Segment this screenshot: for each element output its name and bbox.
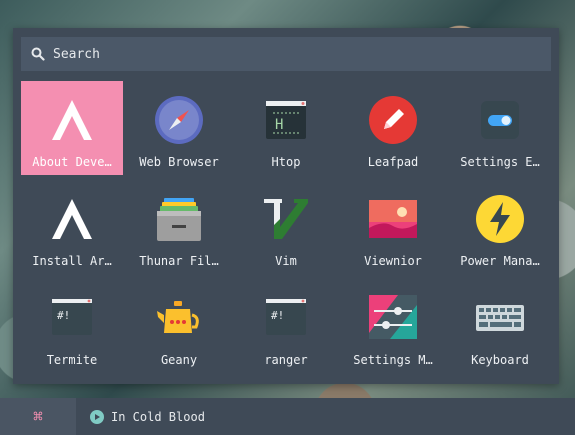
app-label: ranger [264,353,308,367]
taskbar: ⌘ In Cold Blood [0,398,575,435]
app-htop[interactable]: H Htop [235,81,337,175]
menu-button[interactable]: ⌘ [0,398,76,435]
search-bar[interactable]: Search [21,37,551,71]
app-label: Install Ar… [32,254,112,268]
app-thunar[interactable]: Thunar Fil… [128,180,230,274]
svg-text:#!: #! [271,309,284,322]
app-leafpad[interactable]: Leafpad [342,81,444,175]
app-label: Termite [46,353,98,367]
file-manager-icon [153,193,205,245]
app-termite[interactable]: #! Termite [21,279,123,373]
toggle-switch-icon [474,94,526,146]
arch-logo-icon [46,94,98,146]
app-label: Settings E… [460,155,540,169]
app-install-arch[interactable]: Install Ar… [21,180,123,274]
htop-terminal-icon: H [260,94,312,146]
app-label: Thunar Fil… [139,254,219,268]
app-label: Settings M… [353,353,433,367]
app-vim[interactable]: Vim [235,180,337,274]
app-settings-editor[interactable]: Settings E… [449,81,551,175]
sliders-icon [367,292,419,344]
command-icon: ⌘ [33,407,43,426]
app-label: About Deve… [32,155,112,169]
app-viewnior[interactable]: Viewnior [342,180,444,274]
now-playing-text: In Cold Blood [111,409,205,424]
app-ranger[interactable]: #! ranger [235,279,337,373]
svg-text:H: H [275,117,283,133]
lightning-icon [474,193,526,245]
compass-browser-icon [153,94,205,146]
teapot-icon [153,292,205,344]
svg-text:#!: #! [57,309,70,322]
vim-icon [260,193,312,245]
app-web-browser[interactable]: Web Browser [128,81,230,175]
app-geany[interactable]: Geany [128,279,230,373]
app-about-developer[interactable]: About Deve… [21,81,123,175]
search-input[interactable]: Search [53,47,100,62]
arch-logo-icon [46,193,98,245]
app-label: Geany [160,353,198,367]
app-label: Keyboard [471,353,529,367]
keyboard-icon [474,292,526,344]
app-keyboard[interactable]: Keyboard [449,279,551,373]
app-label: Viewnior [364,254,422,268]
app-label: Power Mana… [460,254,540,268]
image-viewer-icon [367,193,419,245]
search-icon [31,45,49,63]
terminal-icon: #! [46,292,98,344]
terminal-icon: #! [260,292,312,344]
app-label: Leafpad [367,155,419,169]
app-settings-manager[interactable]: Settings M… [342,279,444,373]
app-label: Vim [275,254,297,268]
play-icon[interactable] [90,409,104,424]
app-launcher: Search About Deve… Web Browser H Htop Le… [13,28,559,384]
pencil-icon [367,94,419,146]
app-label: Web Browser [139,155,219,169]
app-label: Htop [271,155,301,169]
app-power-manager[interactable]: Power Mana… [449,180,551,274]
